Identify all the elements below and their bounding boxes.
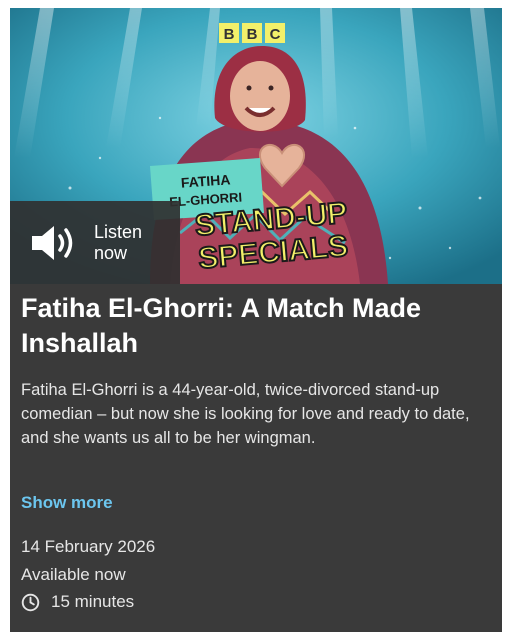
episode-description: Fatiha El-Ghorri is a 44-year-old, twice… bbox=[21, 381, 470, 447]
listen-now-label: Listen now bbox=[93, 221, 143, 263]
duration-row: 15 minutes bbox=[21, 592, 134, 612]
listen-now-button[interactable]: Listen now bbox=[10, 201, 180, 284]
hero-image: B B C FATIHA EL-GHORRI STAND-UP SPECIALS bbox=[10, 8, 502, 284]
speaker-icon bbox=[31, 225, 73, 260]
clock-icon bbox=[21, 593, 40, 611]
bbc-logo: B B C bbox=[219, 23, 285, 43]
svg-text:C: C bbox=[270, 26, 281, 43]
svg-text:B: B bbox=[247, 26, 258, 43]
duration-label: 15 minutes bbox=[51, 592, 135, 611]
series-title: STAND-UP SPECIALS bbox=[193, 195, 351, 276]
show-more-link[interactable]: Show more bbox=[21, 493, 113, 513]
episode-card: B B C FATIHA EL-GHORRI STAND-UP SPECIALS bbox=[10, 8, 502, 632]
svg-text:B: B bbox=[224, 26, 235, 43]
episode-title: Fatiha El-Ghorri: A Match Made Inshallah bbox=[21, 293, 422, 358]
availability-status: Available now bbox=[21, 565, 126, 584]
broadcast-date: 14 February 2026 bbox=[21, 537, 156, 556]
